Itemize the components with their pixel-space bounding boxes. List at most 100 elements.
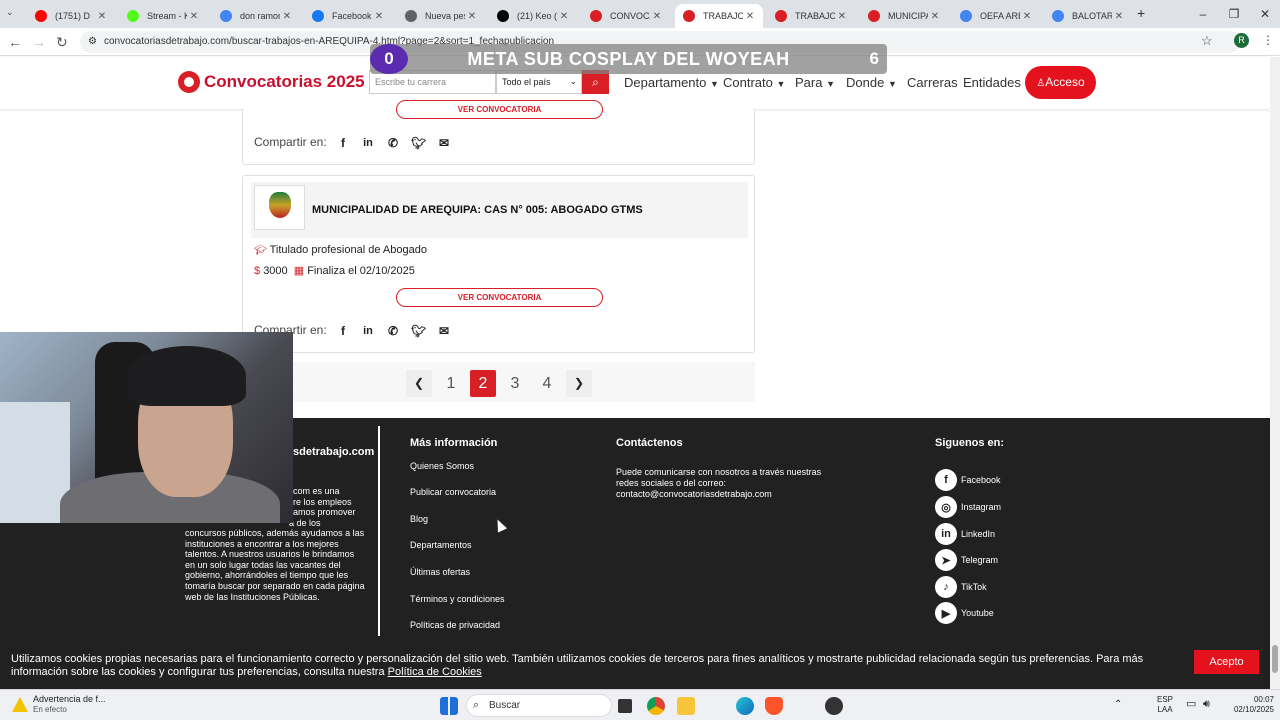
browser-tab[interactable]: (1751) D ✕ <box>27 4 115 28</box>
profile-avatar[interactable]: R <box>1234 33 1249 48</box>
social-telegram[interactable]: ➤ Telegram <box>935 549 998 571</box>
tab-close-icon[interactable]: ✕ <box>280 11 294 22</box>
forward-icon[interactable]: → <box>32 34 46 50</box>
facebook-icon[interactable]: f <box>336 136 350 150</box>
social-instagram[interactable]: ◎ Instagram <box>935 496 1001 518</box>
tab-close-icon[interactable]: ✕ <box>95 11 109 22</box>
tab-close-icon[interactable]: ✕ <box>743 11 757 22</box>
menu-departamento[interactable]: Departamento ▼ <box>624 75 719 90</box>
footer-link-ultimas-ofertas[interactable]: Últimas ofertas <box>410 567 470 577</box>
tab-close-icon[interactable]: ✕ <box>835 11 849 22</box>
browser-tab[interactable]: don ramon ✕ <box>212 4 300 28</box>
footer-link-blog[interactable]: Blog <box>410 514 428 524</box>
footer-about-line-3: amos promover <box>293 507 356 517</box>
menu-para[interactable]: Para ▼ <box>795 75 835 90</box>
browser-tab[interactable]: OEFA AREQ✕ <box>952 4 1040 28</box>
social-linkedin[interactable]: in LinkedIn <box>935 523 995 545</box>
job-title[interactable]: MUNICIPALIDAD DE AREQUIPA: CAS N° 005: A… <box>312 204 643 216</box>
messenger-icon[interactable]: ✉ <box>437 324 451 338</box>
page-2[interactable]: 2 <box>470 370 496 397</box>
footer-link-terminos[interactable]: Términos y condiciones <box>410 594 505 604</box>
network-icon[interactable]: ▭ <box>1186 699 1196 710</box>
tab-list-icon[interactable]: ⌄ <box>6 7 14 18</box>
browser-tab[interactable]: Nueva pesta✕ <box>397 4 485 28</box>
browser-tab[interactable]: Stream - Kic✕ <box>119 4 207 28</box>
bookmark-star-icon[interactable]: ☆ <box>1201 33 1213 49</box>
twitter-icon[interactable]: 🐦︎ <box>411 136 426 150</box>
messenger-icon[interactable]: ✉ <box>437 136 451 150</box>
social-youtube[interactable]: ▶ Youtube <box>935 602 994 624</box>
browser-tab[interactable]: Facebook ✕ <box>304 4 392 28</box>
task-view-icon[interactable] <box>618 699 632 713</box>
app-icon[interactable] <box>825 697 843 715</box>
tab-close-icon[interactable]: ✕ <box>650 11 664 22</box>
login-button[interactable]: ♙Acceso <box>1025 66 1096 99</box>
clock[interactable]: 00:07 02/10/2025 <box>1222 695 1274 715</box>
next-page-button[interactable]: ❯ <box>566 370 592 397</box>
tab-close-icon[interactable]: ✕ <box>928 11 942 22</box>
whatsapp-icon[interactable]: ✆ <box>386 324 400 338</box>
browser-tab[interactable]: BALOTARIO✕ <box>1044 4 1132 28</box>
volume-icon[interactable]: 🔊︎ <box>1203 699 1210 710</box>
tab-close-icon[interactable]: ✕ <box>465 11 479 22</box>
new-tab-button[interactable]: + <box>1137 5 1145 21</box>
facebook-icon[interactable]: f <box>336 324 350 338</box>
page-scrollbar[interactable] <box>1270 57 1280 689</box>
browser-tab[interactable]: MUNICIPALI✕ <box>860 4 948 28</box>
site-info-icon[interactable]: ⚙ <box>88 31 97 53</box>
accept-cookies-button[interactable]: Acepto <box>1194 650 1259 674</box>
tab-close-icon[interactable]: ✕ <box>1020 11 1034 22</box>
tab-close-icon[interactable]: ✕ <box>372 11 386 22</box>
page-4[interactable]: 4 <box>534 370 560 397</box>
page-3[interactable]: 3 <box>502 370 528 397</box>
minimize-button[interactable]: – <box>1188 0 1218 28</box>
tab-close-icon[interactable]: ✕ <box>187 11 201 22</box>
site-logo[interactable]: Convocatorias 2025 <box>204 72 365 92</box>
footer-contact-email[interactable]: contacto@convocatoriasdetrabajo.com <box>616 489 772 500</box>
logo-icon[interactable] <box>178 71 200 93</box>
browser-tab[interactable]: CONVOCAT✕ <box>582 4 670 28</box>
language-indicator[interactable]: ESP LAA <box>1157 695 1173 715</box>
file-explorer-icon[interactable] <box>677 697 695 715</box>
tab-title: MUNICIPALI <box>888 11 928 21</box>
browser-tab[interactable]: (21) Keo (@✕ <box>489 4 577 28</box>
tab-close-icon[interactable]: ✕ <box>557 11 571 22</box>
notice-title[interactable]: Advertencia de f... <box>33 694 106 704</box>
tab-close-icon[interactable]: ✕ <box>1112 11 1126 22</box>
edge-icon[interactable] <box>736 697 754 715</box>
view-job-button[interactable]: VER CONVOCATORIA <box>396 100 603 119</box>
whatsapp-icon[interactable]: ✆ <box>386 136 400 150</box>
browser-tab[interactable]: TRABAJOS E✕ <box>675 4 763 28</box>
maximize-button[interactable]: ❐ <box>1219 0 1249 28</box>
warning-icon[interactable] <box>12 697 28 712</box>
footer-link-departamentos[interactable]: Departamentos <box>410 540 472 550</box>
view-job-button[interactable]: VER CONVOCATORIA <box>396 288 603 307</box>
close-window-button[interactable]: ✕ <box>1250 0 1280 28</box>
menu-entidades[interactable]: Entidades <box>963 75 1021 90</box>
social-facebook[interactable]: f Facebook <box>935 469 1001 491</box>
browser-menu-icon[interactable]: ⋮ <box>1262 33 1274 47</box>
menu-contrato[interactable]: Contrato ▼ <box>723 75 785 90</box>
social-tiktok[interactable]: ♪ TikTok <box>935 576 987 598</box>
entity-logo[interactable] <box>254 185 305 230</box>
footer-link-quienes-somos[interactable]: Quienes Somos <box>410 461 474 471</box>
windows-start-icon[interactable] <box>440 697 458 715</box>
back-icon[interactable]: ← <box>8 34 22 50</box>
brave-icon[interactable] <box>765 697 783 715</box>
menu-donde[interactable]: Donde ▼ <box>846 75 897 90</box>
tray-chevron-icon[interactable]: ⌃ <box>1114 700 1122 710</box>
chrome-icon[interactable] <box>647 697 665 715</box>
page-1[interactable]: 1 <box>438 370 464 397</box>
reload-icon[interactable]: ↻ <box>56 34 68 51</box>
footer-link-publicar[interactable]: Publicar convocatoria <box>410 487 496 497</box>
taskbar-search[interactable]: ⌕ Buscar <box>466 694 612 717</box>
prev-page-button[interactable]: ❮ <box>406 370 432 397</box>
browser-tab[interactable]: TRABAJOS E✕ <box>767 4 855 28</box>
cookie-policy-link[interactable]: Política de Cookies <box>388 666 482 678</box>
twitter-icon[interactable]: 🐦︎ <box>411 324 426 338</box>
footer-link-privacidad[interactable]: Políticas de privacidad <box>410 620 500 630</box>
scrollbar-thumb[interactable] <box>1272 645 1278 673</box>
linkedin-icon[interactable]: in <box>361 324 375 338</box>
linkedin-icon[interactable]: in <box>361 136 375 150</box>
menu-carreras[interactable]: Carreras <box>907 75 958 90</box>
